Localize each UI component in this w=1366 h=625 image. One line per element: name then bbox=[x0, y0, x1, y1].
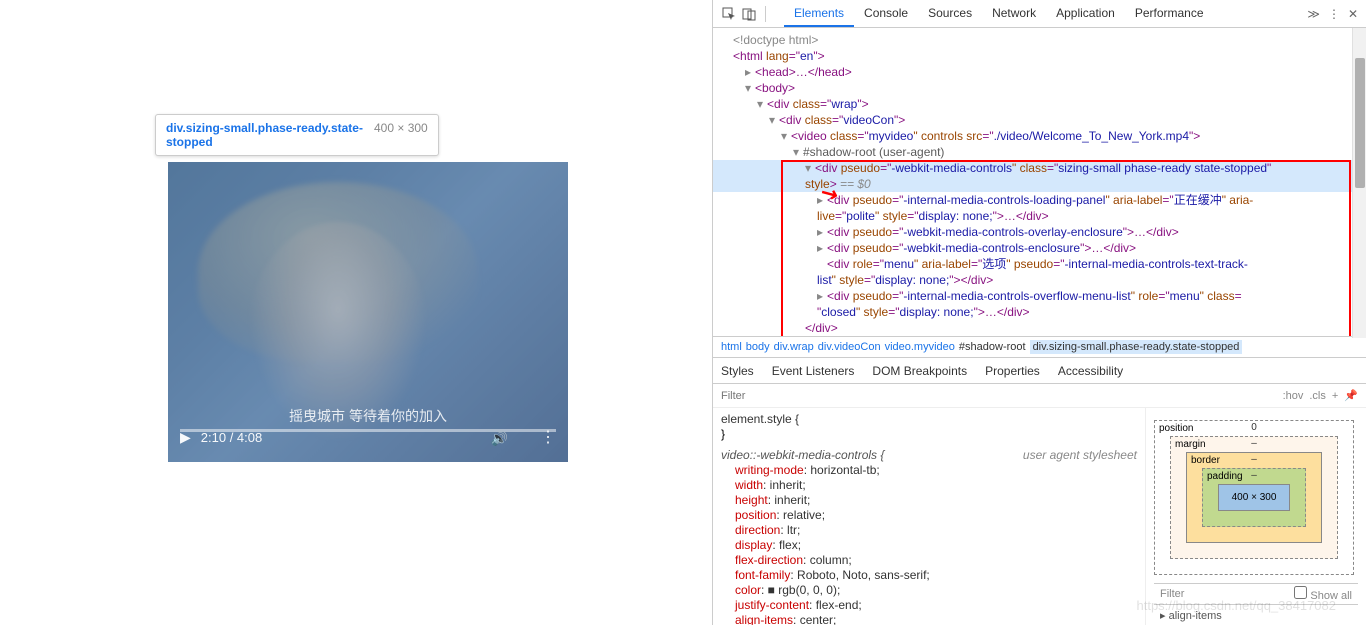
devtools-panel: Elements Console Sources Network Applica… bbox=[712, 0, 1366, 625]
cls-toggle[interactable]: .cls bbox=[1309, 390, 1326, 402]
bc-shadow[interactable]: #shadow-root bbox=[959, 341, 1026, 353]
more-tabs-icon[interactable]: ≫ bbox=[1307, 7, 1320, 21]
computed-panel: position0 margin– border– padding– 400 ×… bbox=[1146, 408, 1366, 625]
box-model[interactable]: position0 margin– border– padding– 400 ×… bbox=[1154, 420, 1354, 575]
tooltip-dimensions: 400 × 300 bbox=[374, 121, 428, 135]
dom-node[interactable]: ▸<head>…</head> bbox=[713, 64, 1366, 80]
tab-styles[interactable]: Styles bbox=[721, 364, 754, 378]
dom-node[interactable]: ▸<div pseudo="-webkit-media-controls-enc… bbox=[713, 240, 1366, 256]
breadcrumb: html body div.wrap div.videoCon video.my… bbox=[713, 336, 1366, 358]
tab-elements[interactable]: Elements bbox=[784, 0, 854, 27]
dom-node[interactable]: ▾<div class="wrap"> bbox=[713, 96, 1366, 112]
styles-filter-input[interactable] bbox=[721, 390, 1283, 402]
pin-icon[interactable]: 📌 bbox=[1344, 389, 1358, 402]
computed-prop[interactable]: align-items bbox=[1169, 610, 1222, 622]
video-frame: 摇曳城市 等待着你的加入 ▶ 2:10 / 4:08 🔊 ⋮ bbox=[168, 162, 568, 462]
show-all-checkbox[interactable] bbox=[1294, 586, 1307, 599]
styles-tabs: Styles Event Listeners DOM Breakpoints P… bbox=[713, 358, 1366, 384]
bc-video[interactable]: video.myvideo bbox=[885, 341, 955, 353]
devtools-close-icon[interactable]: ✕ bbox=[1348, 7, 1358, 21]
dom-node-selected[interactable]: ▾<div pseudo="-webkit-media-controls" cl… bbox=[713, 160, 1366, 176]
play-icon[interactable]: ▶ bbox=[180, 429, 191, 446]
bc-wrap[interactable]: div.wrap bbox=[774, 341, 814, 353]
dom-tree[interactable]: <!doctype html> <html lang="en"> ▸<head>… bbox=[713, 28, 1366, 336]
box-model-content: 400 × 300 bbox=[1232, 492, 1277, 503]
styles-filter-bar: :hov .cls + 📌 bbox=[713, 384, 1366, 408]
bc-html[interactable]: html bbox=[721, 341, 742, 353]
dom-node[interactable]: ▸<div pseudo="-internal-media-controls-o… bbox=[713, 288, 1366, 304]
computed-filter[interactable]: Filter bbox=[1160, 588, 1184, 600]
tab-application[interactable]: Application bbox=[1046, 0, 1125, 27]
scrollbar[interactable] bbox=[1352, 28, 1366, 338]
video-element[interactable]: 摇曳城市 等待着你的加入 ▶ 2:10 / 4:08 🔊 ⋮ bbox=[168, 162, 568, 462]
tab-dom-breakpoints[interactable]: DOM Breakpoints bbox=[872, 364, 967, 378]
video-time: 2:10 / 4:08 bbox=[201, 430, 262, 445]
dom-node[interactable]: <!doctype html> bbox=[733, 33, 818, 47]
devtools-tabs: Elements Console Sources Network Applica… bbox=[784, 0, 1214, 27]
dom-node[interactable]: ▾<video class="myvideo" controls src="./… bbox=[713, 128, 1366, 144]
devtools-menu-icon[interactable]: ⋮ bbox=[1328, 7, 1340, 21]
device-icon[interactable] bbox=[741, 6, 757, 22]
bc-body[interactable]: body bbox=[746, 341, 770, 353]
styles-rules[interactable]: element.style { } video::-webkit-media-c… bbox=[713, 408, 1146, 625]
volume-icon[interactable]: 🔊 bbox=[491, 430, 508, 447]
devtools-toolbar: Elements Console Sources Network Applica… bbox=[713, 0, 1366, 28]
tab-sources[interactable]: Sources bbox=[918, 0, 982, 27]
more-icon[interactable]: ⋮ bbox=[540, 427, 556, 447]
element-tooltip: div.sizing-small.phase-ready.state-stopp… bbox=[155, 114, 439, 156]
inspect-icon[interactable] bbox=[721, 6, 737, 22]
dom-node[interactable]: ▾<body> bbox=[713, 80, 1366, 96]
add-rule-icon[interactable]: + bbox=[1332, 390, 1338, 402]
dom-node[interactable]: <div role="menu" aria-label="选项" pseudo=… bbox=[713, 256, 1366, 272]
dom-node[interactable]: ▸<div pseudo="-webkit-media-controls-ove… bbox=[713, 224, 1366, 240]
tab-performance[interactable]: Performance bbox=[1125, 0, 1214, 27]
tab-accessibility[interactable]: Accessibility bbox=[1058, 364, 1123, 378]
tab-properties[interactable]: Properties bbox=[985, 364, 1040, 378]
page-preview: 摇曳城市 等待着你的加入 ▶ 2:10 / 4:08 🔊 ⋮ div.sizin… bbox=[0, 0, 712, 625]
dom-node[interactable]: ▾#shadow-root (user-agent) bbox=[713, 144, 1366, 160]
bc-selected[interactable]: div.sizing-small.phase-ready.state-stopp… bbox=[1030, 340, 1243, 354]
bc-videocon[interactable]: div.videoCon bbox=[818, 341, 881, 353]
tab-console[interactable]: Console bbox=[854, 0, 918, 27]
dom-node[interactable]: ▸<div pseudo="-internal-media-controls-l… bbox=[713, 192, 1366, 208]
tab-network[interactable]: Network bbox=[982, 0, 1046, 27]
hov-toggle[interactable]: :hov bbox=[1283, 390, 1304, 402]
tooltip-selector: div.sizing-small.phase-ready.state-stopp… bbox=[166, 121, 366, 149]
dom-node[interactable]: ▾<div class="videoCon"> bbox=[713, 112, 1366, 128]
tab-event-listeners[interactable]: Event Listeners bbox=[772, 364, 855, 378]
